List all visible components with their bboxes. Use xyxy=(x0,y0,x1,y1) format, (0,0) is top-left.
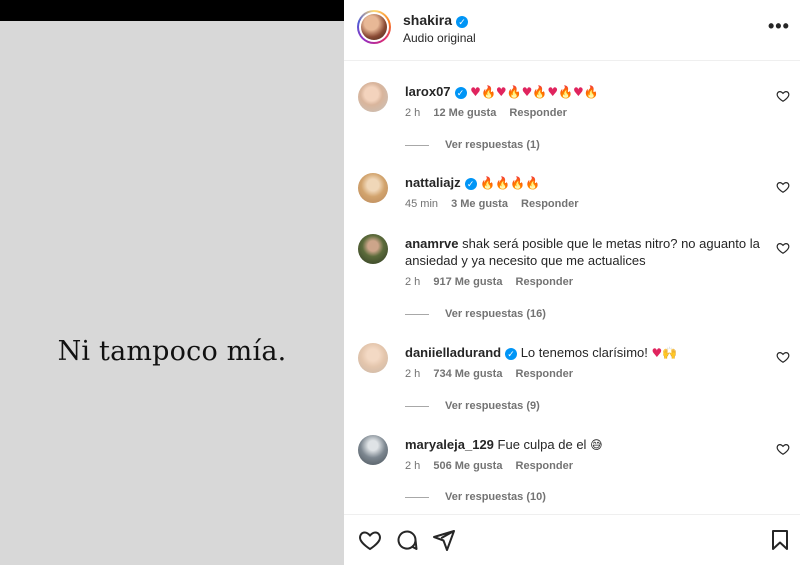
comment-body: larox07 ✓ ♥🔥♥🔥♥🔥♥🔥♥🔥 xyxy=(405,83,773,101)
share-icon[interactable] xyxy=(432,528,456,552)
more-options-icon[interactable]: ••• xyxy=(768,16,790,37)
reply-button[interactable]: Responder xyxy=(516,460,573,472)
comment-body: daniielladurand ✓ Lo tenemos clarísimo! ♥… xyxy=(405,344,773,362)
like-comment-icon[interactable] xyxy=(776,241,790,255)
like-comment-icon[interactable] xyxy=(776,350,790,364)
author-username-text[interactable]: shakira xyxy=(403,12,452,28)
post-actions-bar xyxy=(344,514,800,565)
author-avatar[interactable] xyxy=(357,10,391,44)
comment-meta: 2 h 12 Me gusta Responder xyxy=(405,107,577,119)
view-replies-button[interactable]: Ver respuestas (9) xyxy=(405,400,540,412)
verified-icon: ✓ xyxy=(464,178,477,190)
comments-panel: shakira ✓ Audio original ••• larox07 ✓ ♥🔥♥… xyxy=(344,0,800,565)
comment-likes[interactable]: 734 Me gusta xyxy=(433,368,502,380)
author-username[interactable]: shakira ✓ xyxy=(403,12,469,28)
comment-body: maryaleja_129 Fue culpa de el 😅 xyxy=(405,436,773,454)
comment-time[interactable]: 2 h xyxy=(405,460,420,472)
comment-avatar[interactable] xyxy=(358,234,388,264)
comment-avatar[interactable] xyxy=(358,82,388,112)
comment-text: Lo tenemos clarísimo! xyxy=(520,345,648,360)
verified-icon: ✓ xyxy=(454,87,467,99)
view-replies-button[interactable]: Ver respuestas (16) xyxy=(405,308,546,320)
view-replies-label[interactable]: Ver respuestas (16) xyxy=(445,308,546,320)
comment-icon[interactable] xyxy=(395,528,419,552)
comment-emojis: ♥🙌 xyxy=(651,346,678,360)
comment-username[interactable]: nattaliajz xyxy=(405,175,461,190)
comment-body: nattaliajz ✓ 🔥🔥🔥🔥 xyxy=(405,174,773,192)
like-comment-icon[interactable] xyxy=(776,180,790,194)
comment-emojis: 🔥🔥🔥🔥 xyxy=(480,176,541,190)
comment-time[interactable]: 2 h xyxy=(405,107,420,119)
view-replies-label[interactable]: Ver respuestas (10) xyxy=(445,491,546,503)
reply-button[interactable]: Responder xyxy=(521,198,578,210)
bookmark-icon[interactable] xyxy=(768,528,792,552)
comment-username[interactable]: maryaleja_129 xyxy=(405,437,494,452)
heart-icon[interactable] xyxy=(358,528,382,552)
comment-likes[interactable]: 506 Me gusta xyxy=(433,460,502,472)
verified-icon: ✓ xyxy=(456,16,469,28)
reply-button[interactable]: Responder xyxy=(516,368,573,380)
comment-username[interactable]: daniielladurand xyxy=(405,345,501,360)
comment-avatar[interactable] xyxy=(358,173,388,203)
audio-label[interactable]: Audio original xyxy=(403,31,476,45)
view-replies-button[interactable]: Ver respuestas (1) xyxy=(405,139,540,151)
media-caption: Ni tampoco mía. xyxy=(57,336,287,367)
reply-button[interactable]: Responder xyxy=(509,107,566,119)
comment-emojis: 😅 xyxy=(590,438,603,452)
comment-time[interactable]: 45 min xyxy=(405,198,438,210)
comment-username[interactable]: anamrve xyxy=(405,236,458,251)
comment-text: Fue culpa de el xyxy=(497,437,587,452)
view-replies-button[interactable]: Ver respuestas (10) xyxy=(405,491,546,503)
media-top-bar xyxy=(0,0,344,21)
comment-emojis: ♥🔥♥🔥♥🔥♥🔥♥🔥 xyxy=(470,85,599,99)
comment-meta: 45 min 3 Me gusta Responder xyxy=(405,198,588,210)
comment-time[interactable]: 2 h xyxy=(405,276,420,288)
comment-avatar[interactable] xyxy=(358,343,388,373)
comment-meta: 2 h 734 Me gusta Responder xyxy=(405,368,583,380)
view-replies-label[interactable]: Ver respuestas (9) xyxy=(445,400,540,412)
like-comment-icon[interactable] xyxy=(776,442,790,456)
comment-meta: 2 h 506 Me gusta Responder xyxy=(405,460,583,472)
comment-avatar[interactable] xyxy=(358,435,388,465)
post-media[interactable]: Ni tampoco mía. xyxy=(0,0,344,565)
comment-time[interactable]: 2 h xyxy=(405,368,420,380)
comment-text: shak será posible que le metas nitro? no… xyxy=(405,236,760,268)
comment-likes[interactable]: 12 Me gusta xyxy=(433,107,496,119)
comment-body: anamrve shak será posible que le metas n… xyxy=(405,235,773,269)
reply-button[interactable]: Responder xyxy=(516,276,573,288)
view-replies-label[interactable]: Ver respuestas (1) xyxy=(445,139,540,151)
comment-username[interactable]: larox07 xyxy=(405,84,451,99)
comment-likes[interactable]: 3 Me gusta xyxy=(451,198,508,210)
post-header: shakira ✓ Audio original ••• xyxy=(344,0,800,61)
comment-meta: 2 h 917 Me gusta Responder xyxy=(405,276,583,288)
verified-icon: ✓ xyxy=(505,348,518,360)
like-comment-icon[interactable] xyxy=(776,89,790,103)
comment-likes[interactable]: 917 Me gusta xyxy=(433,276,502,288)
